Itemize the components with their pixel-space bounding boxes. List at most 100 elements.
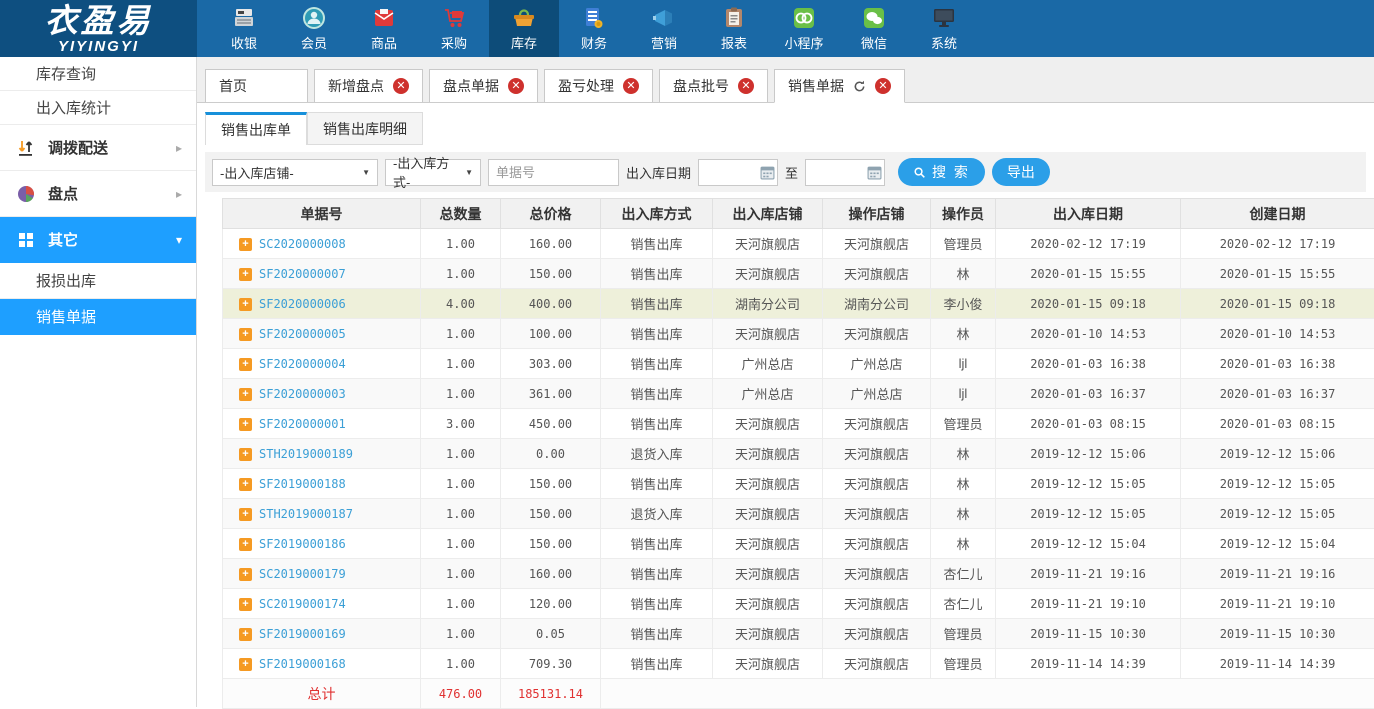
- nav-item-marketing[interactable]: 营销: [629, 0, 699, 57]
- bill-link[interactable]: SC2020000008: [259, 237, 346, 251]
- bill-no-input[interactable]: [488, 159, 619, 186]
- expand-row-icon[interactable]: +: [239, 448, 252, 461]
- nav-item-system[interactable]: 系统: [909, 0, 979, 57]
- expand-row-icon[interactable]: +: [239, 658, 252, 671]
- tab-3[interactable]: 盈亏处理✕: [544, 69, 653, 102]
- bill-link[interactable]: SF2020000001: [259, 417, 346, 431]
- table-row[interactable]: +SF20200000064.00400.00销售出库湖南分公司湖南分公司李小俊…: [223, 289, 1374, 319]
- export-button[interactable]: 导出: [992, 158, 1050, 186]
- nav-item-finance[interactable]: 财务: [559, 0, 629, 57]
- table-row[interactable]: +SC20190001741.00120.00销售出库天河旗舰店天河旗舰店杏仁儿…: [223, 589, 1374, 619]
- close-icon[interactable]: ✕: [875, 78, 891, 94]
- nav-item-purchase[interactable]: 采购: [419, 0, 489, 57]
- nav-item-member[interactable]: 会员: [279, 0, 349, 57]
- cell: 2020-01-03 16:37: [1181, 379, 1374, 409]
- cell: 天河旗舰店: [823, 259, 931, 289]
- table-row[interactable]: +SF20190001681.00709.30销售出库天河旗舰店天河旗舰店管理员…: [223, 649, 1374, 679]
- nav-item-inventory[interactable]: 库存: [489, 0, 559, 57]
- tab-active[interactable]: 销售单据✕: [774, 69, 905, 103]
- search-button[interactable]: 搜 索: [898, 158, 985, 186]
- calendar-icon[interactable]: [760, 165, 775, 180]
- sidebar-item[interactable]: 出入库统计: [0, 91, 196, 125]
- bill-link[interactable]: SF2019000186: [259, 537, 346, 551]
- bill-link[interactable]: STH2019000189: [259, 447, 353, 461]
- bill-link[interactable]: SF2019000168: [259, 657, 346, 671]
- table-row[interactable]: +SF20200000013.00450.00销售出库天河旗舰店天河旗舰店管理员…: [223, 409, 1374, 439]
- calendar-icon[interactable]: [867, 165, 882, 180]
- cell: 销售出库: [601, 649, 713, 679]
- bill-link[interactable]: SF2020000004: [259, 357, 346, 371]
- table-row[interactable]: +STH20190001891.000.00退货入库天河旗舰店天河旗舰店林201…: [223, 439, 1374, 469]
- subtab-0[interactable]: 销售出库单: [205, 112, 307, 145]
- cell: 广州总店: [823, 379, 931, 409]
- expand-row-icon[interactable]: +: [239, 388, 252, 401]
- bill-link[interactable]: SF2019000169: [259, 627, 346, 641]
- bill-link[interactable]: SF2020000005: [259, 327, 346, 341]
- close-icon[interactable]: ✕: [393, 78, 409, 94]
- bill-link[interactable]: STH2019000187: [259, 507, 353, 521]
- table-row[interactable]: +SF20190001881.00150.00销售出库天河旗舰店天河旗舰店林20…: [223, 469, 1374, 499]
- cell: 2019-11-15 10:30: [996, 619, 1181, 649]
- nav-item-report[interactable]: 报表: [699, 0, 769, 57]
- nav-item-wechat[interactable]: 微信: [839, 0, 909, 57]
- sidebar-item[interactable]: 其它▾: [0, 217, 196, 263]
- bill-link[interactable]: SC2019000179: [259, 567, 346, 581]
- close-icon[interactable]: ✕: [738, 78, 754, 94]
- tab-4[interactable]: 盘点批号✕: [659, 69, 768, 102]
- store-select[interactable]: -出入库店铺- ▼: [212, 159, 378, 186]
- expand-row-icon[interactable]: +: [239, 358, 252, 371]
- cell: 李小俊: [931, 289, 996, 319]
- expand-row-icon[interactable]: +: [239, 508, 252, 521]
- close-icon[interactable]: ✕: [623, 78, 639, 94]
- table-row[interactable]: +SF20190001691.000.05销售出库天河旗舰店天河旗舰店管理员20…: [223, 619, 1374, 649]
- nav-item-miniprogram[interactable]: 小程序: [769, 0, 839, 57]
- refresh-icon[interactable]: [853, 80, 866, 93]
- method-select[interactable]: -出入库方式- ▼: [385, 159, 481, 186]
- expand-row-icon[interactable]: +: [239, 238, 252, 251]
- cell: 销售出库: [601, 619, 713, 649]
- expand-row-icon[interactable]: +: [239, 418, 252, 431]
- nav-item-label: 收银: [231, 33, 257, 52]
- table-row[interactable]: +SC20200000081.00160.00销售出库天河旗舰店天河旗舰店管理员…: [223, 229, 1374, 259]
- expand-row-icon[interactable]: +: [239, 478, 252, 491]
- cell: 管理员: [931, 409, 996, 439]
- bill-link[interactable]: SF2020000003: [259, 387, 346, 401]
- app-logo: 衣盈易 YIYINGYI: [0, 0, 197, 57]
- table-row[interactable]: +SF20200000051.00100.00销售出库天河旗舰店天河旗舰店林20…: [223, 319, 1374, 349]
- bill-link[interactable]: SF2019000188: [259, 477, 346, 491]
- expand-row-icon[interactable]: +: [239, 568, 252, 581]
- table-row[interactable]: +STH20190001871.00150.00退货入库天河旗舰店天河旗舰店林2…: [223, 499, 1374, 529]
- nav-item-goods[interactable]: 商品: [349, 0, 419, 57]
- total-label: 总计: [223, 679, 421, 709]
- cell: 退货入库: [601, 499, 713, 529]
- close-icon[interactable]: ✕: [508, 78, 524, 94]
- cell: 150.00: [501, 259, 601, 289]
- tab-0[interactable]: 首页: [205, 69, 308, 102]
- bill-link[interactable]: SF2020000006: [259, 297, 346, 311]
- table-row[interactable]: +SF20200000041.00303.00销售出库广州总店广州总店ljl20…: [223, 349, 1374, 379]
- expand-row-icon[interactable]: +: [239, 328, 252, 341]
- sidebar-item[interactable]: 销售单据: [0, 299, 196, 335]
- expand-row-icon[interactable]: +: [239, 598, 252, 611]
- purchase-icon: [441, 5, 467, 31]
- tab-2[interactable]: 盘点单据✕: [429, 69, 538, 102]
- sidebar-item[interactable]: 调拨配送▸: [0, 125, 196, 171]
- expand-row-icon[interactable]: +: [239, 538, 252, 551]
- expand-row-icon[interactable]: +: [239, 628, 252, 641]
- top-bar: 衣盈易 YIYINGYI 收银 会员商品采购库存财务营销报表小程序微信系统: [0, 0, 1374, 57]
- tab-1[interactable]: 新增盘点✕: [314, 69, 423, 102]
- sidebar-item[interactable]: 报损出库: [0, 263, 196, 299]
- table-row[interactable]: +SF20200000071.00150.00销售出库天河旗舰店天河旗舰店林20…: [223, 259, 1374, 289]
- expand-row-icon[interactable]: +: [239, 298, 252, 311]
- table-row[interactable]: +SF20200000031.00361.00销售出库广州总店广州总店ljl20…: [223, 379, 1374, 409]
- sidebar-item[interactable]: 盘点▸: [0, 171, 196, 217]
- table-row[interactable]: +SC20190001791.00160.00销售出库天河旗舰店天河旗舰店杏仁儿…: [223, 559, 1374, 589]
- bill-link[interactable]: SF2020000007: [259, 267, 346, 281]
- nav-item-cash-register[interactable]: 收银: [209, 0, 279, 57]
- cell: 2020-02-12 17:19: [996, 229, 1181, 259]
- subtab-1[interactable]: 销售出库明细: [307, 112, 423, 145]
- expand-row-icon[interactable]: +: [239, 268, 252, 281]
- sidebar-item[interactable]: 库存查询: [0, 57, 196, 91]
- bill-link[interactable]: SC2019000174: [259, 597, 346, 611]
- table-row[interactable]: +SF20190001861.00150.00销售出库天河旗舰店天河旗舰店林20…: [223, 529, 1374, 559]
